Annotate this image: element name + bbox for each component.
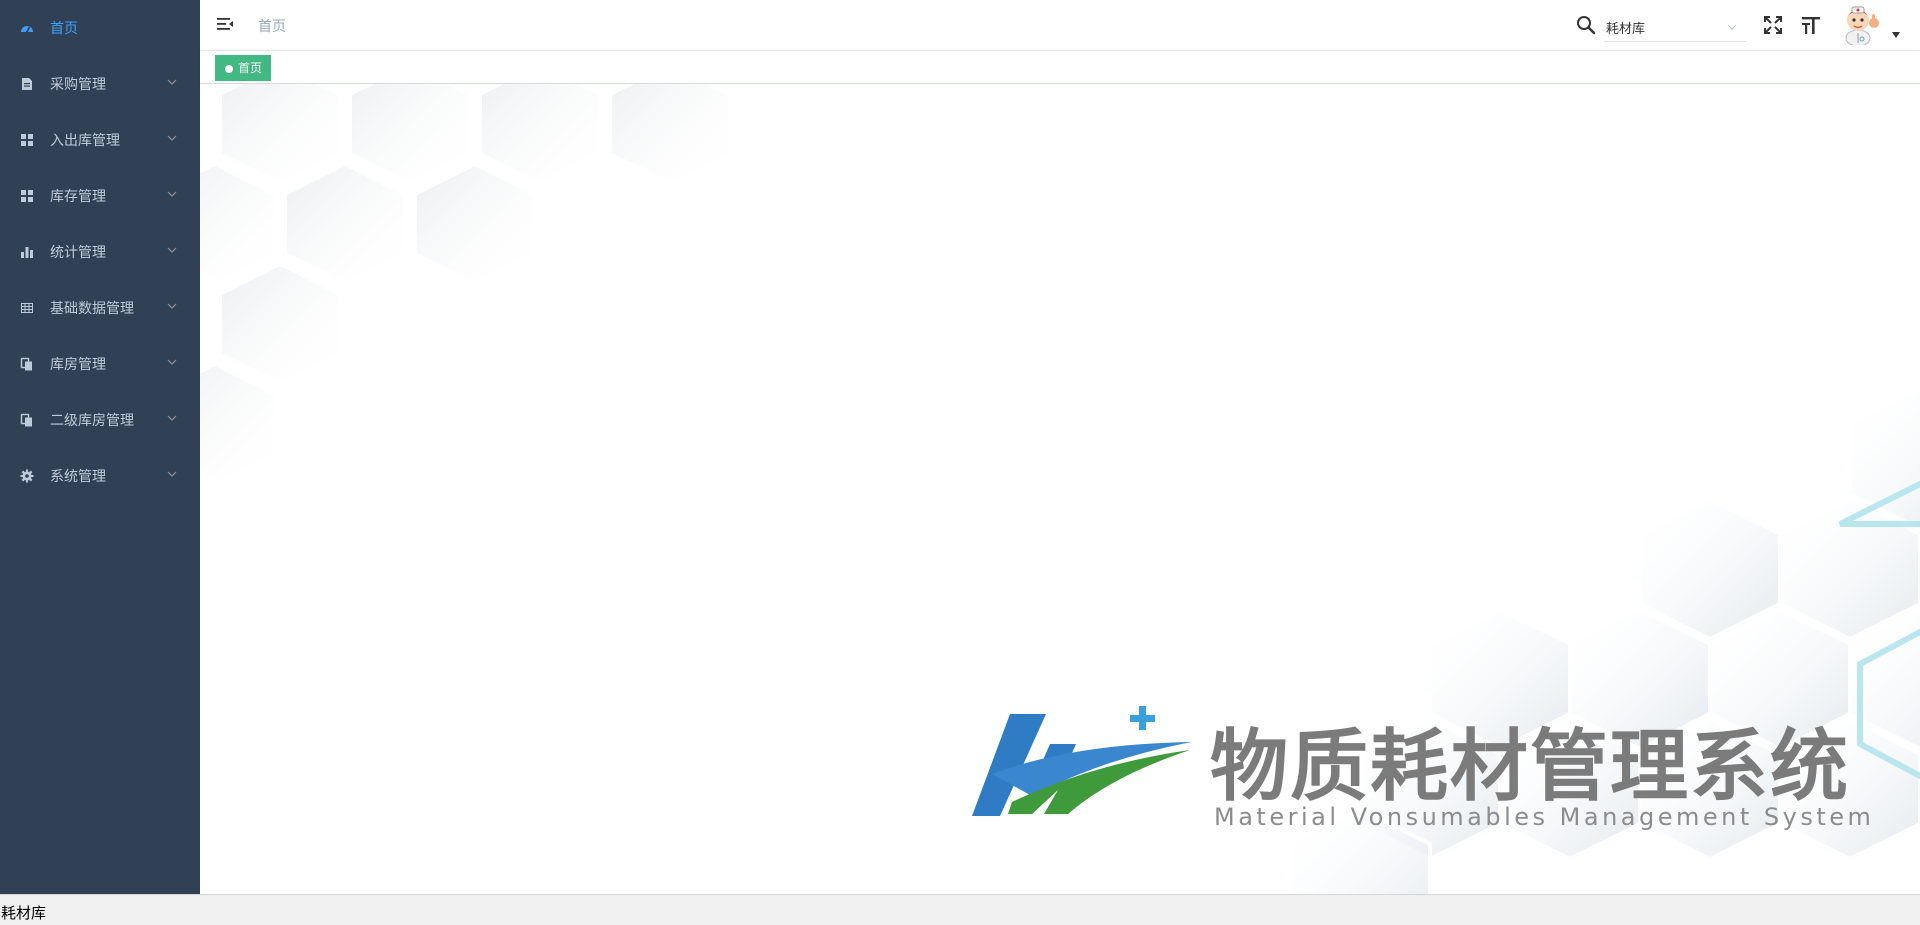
tags-view: 首页	[200, 50, 1920, 84]
sidebar: 首页 采购管理 入出库管理 库存管理 统计管理 基础数据管理 库房管理 二级库房…	[0, 0, 200, 894]
font-size-icon[interactable]	[1801, 14, 1821, 36]
search-icon[interactable]	[1576, 15, 1596, 35]
sidebar-item-label: 二级库房管理	[50, 413, 134, 429]
sidebar-item-label: 基础数据管理	[50, 301, 134, 317]
hamburger-icon[interactable]	[216, 15, 234, 33]
chevron-down-icon	[167, 471, 177, 477]
sidebar-item-label: 入出库管理	[50, 133, 120, 149]
chevron-down-icon	[167, 303, 177, 309]
fullscreen-icon[interactable]	[1763, 15, 1783, 35]
sidebar-item-warehouse[interactable]: 库房管理	[0, 336, 200, 392]
bar-chart-icon	[20, 245, 34, 259]
sidebar-item-statistics[interactable]: 统计管理	[0, 224, 200, 280]
avatar[interactable]	[1840, 3, 1882, 45]
sidebar-item-label: 首页	[50, 21, 78, 37]
copy-icon	[20, 413, 34, 427]
chevron-down-icon	[1727, 24, 1737, 30]
document-icon	[20, 77, 34, 91]
navbar: 首页 耗材库	[200, 0, 1920, 50]
tag-home[interactable]: 首页	[215, 55, 272, 81]
main-content: 物质耗材管理系统 Material Vonsumables Management…	[200, 84, 1920, 894]
sidebar-item-label: 库存管理	[50, 189, 106, 205]
status-bar: 耗材库	[0, 894, 1920, 925]
sidebar-item-label: 采购管理	[50, 77, 106, 93]
chevron-down-icon	[167, 359, 177, 365]
gear-icon	[20, 469, 34, 483]
dashboard-icon	[20, 21, 34, 35]
sidebar-item-purchase[interactable]: 采购管理	[0, 56, 200, 112]
chevron-down-icon	[167, 415, 177, 421]
sidebar-item-system[interactable]: 系统管理	[0, 448, 200, 504]
sidebar-item-home[interactable]: 首页	[0, 0, 200, 56]
sidebar-item-secondary-warehouse[interactable]: 二级库房管理	[0, 392, 200, 448]
chevron-down-icon	[167, 79, 177, 85]
copy-icon	[20, 357, 34, 371]
grid-icon	[20, 133, 34, 147]
breadcrumb[interactable]: 首页	[258, 16, 286, 36]
chevron-down-icon	[167, 135, 177, 141]
brand-subtitle: Material Vonsumables Management System	[1214, 803, 1875, 831]
sidebar-item-label: 库房管理	[50, 357, 106, 373]
app-window: 首页 采购管理 入出库管理 库存管理 统计管理 基础数据管理 库房管理 二级库房…	[0, 0, 1920, 925]
chevron-down-icon	[167, 191, 177, 197]
warehouse-select[interactable]: 耗材库	[1604, 10, 1746, 42]
sidebar-item-stock[interactable]: 库存管理	[0, 168, 200, 224]
sidebar-item-label: 统计管理	[50, 245, 106, 261]
caret-down-icon[interactable]	[1892, 32, 1900, 38]
warehouse-select-value: 耗材库	[1606, 22, 1646, 37]
status-text: 耗材库	[1, 904, 47, 922]
table-icon	[20, 301, 34, 315]
sidebar-item-inout[interactable]: 入出库管理	[0, 112, 200, 168]
sidebar-item-label: 系统管理	[50, 469, 106, 485]
sidebar-item-basedata[interactable]: 基础数据管理	[0, 280, 200, 336]
grid-icon	[20, 189, 34, 203]
brand-title: 物质耗材管理系统	[1210, 722, 1851, 812]
company-logo	[972, 706, 1192, 816]
chevron-down-icon	[167, 247, 177, 253]
